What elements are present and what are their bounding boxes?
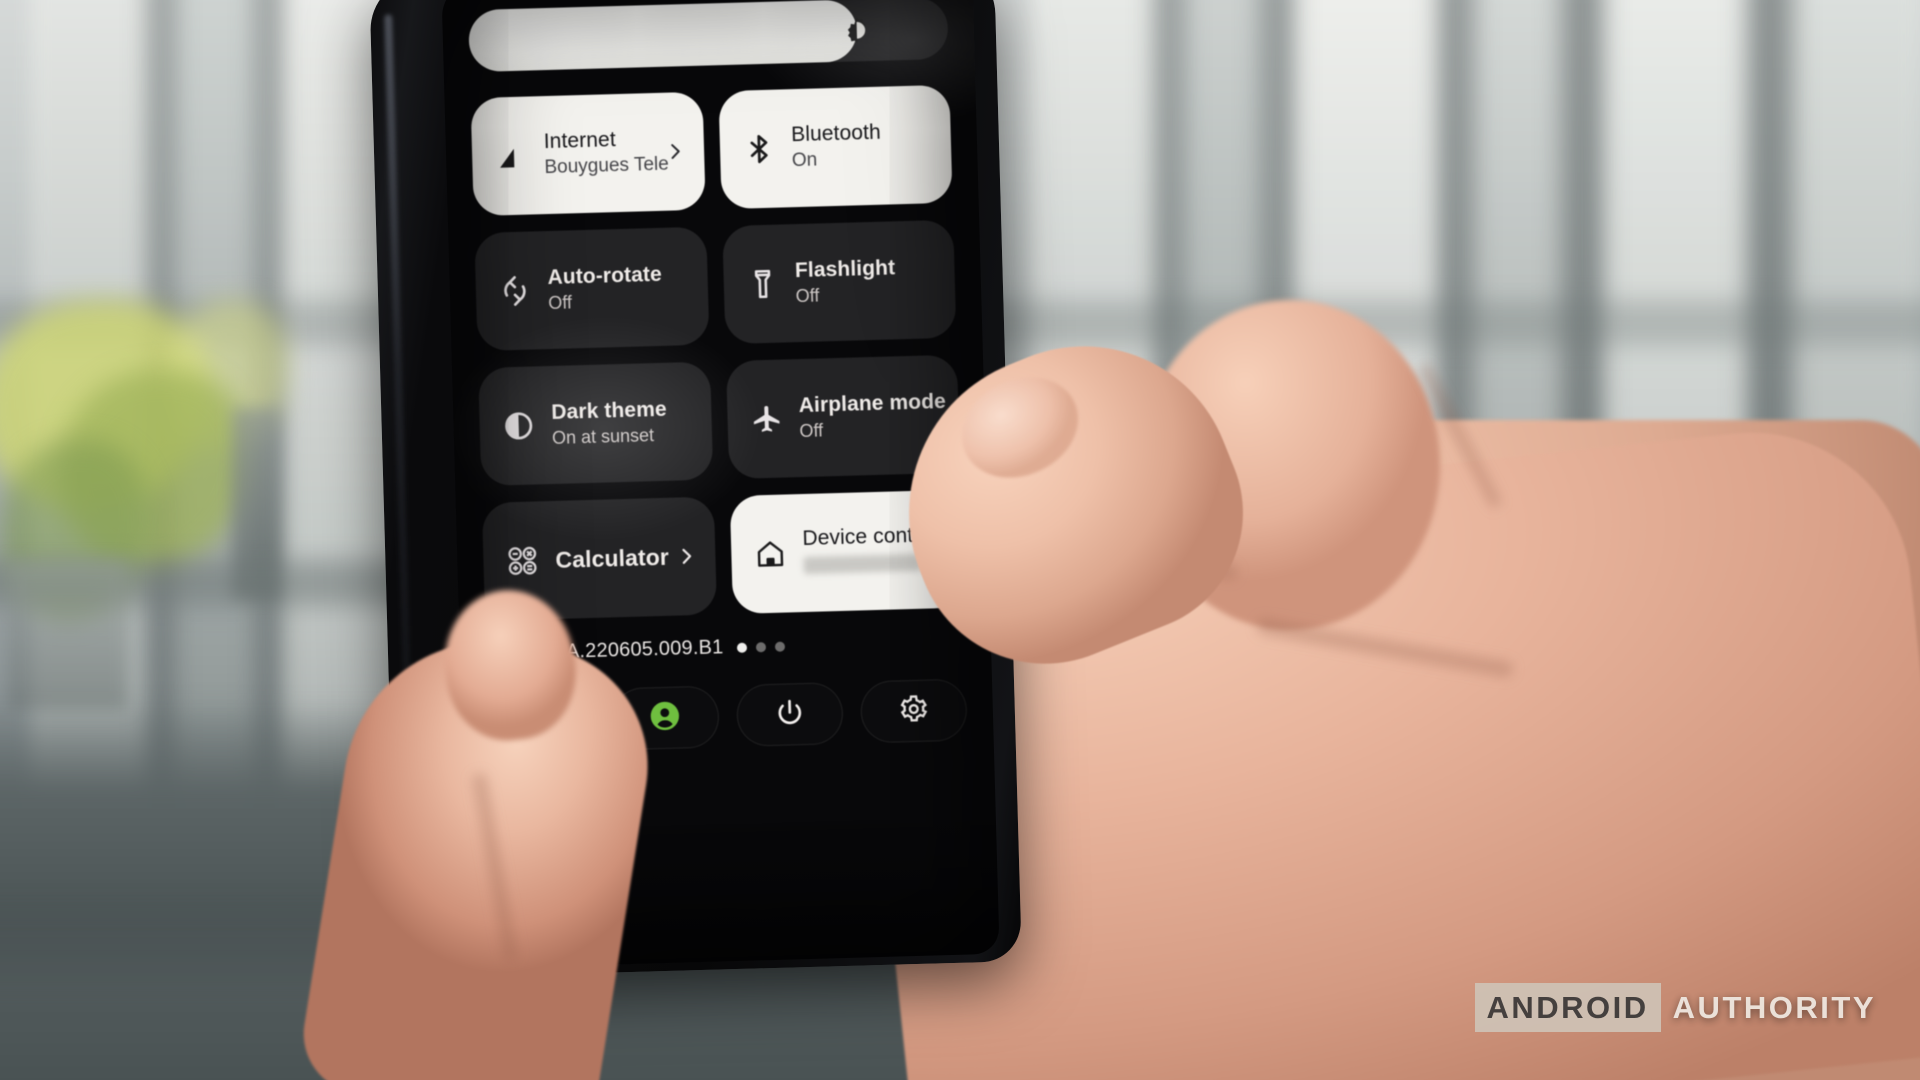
tile-flashlight[interactable]: Flashlight Off bbox=[721, 219, 957, 345]
bluetooth-icon bbox=[741, 132, 776, 167]
brightness-slider[interactable] bbox=[468, 0, 949, 73]
account-icon bbox=[648, 698, 683, 738]
page-dot[interactable] bbox=[756, 641, 767, 652]
watermark-authority: AUTHORITY bbox=[1672, 989, 1876, 1025]
calculator-icon bbox=[505, 543, 540, 578]
brightness-fill bbox=[468, 0, 858, 73]
quick-settings-grid: Internet Bouygues Tele Bluetooth On Auto… bbox=[470, 84, 964, 621]
tile-label: Dark theme bbox=[551, 397, 667, 424]
tile-label: Bluetooth bbox=[790, 120, 882, 147]
flashlight-icon bbox=[745, 267, 780, 302]
power-menu-button[interactable] bbox=[735, 681, 844, 747]
tile-state: Off bbox=[547, 292, 573, 313]
page-indicator bbox=[737, 641, 786, 653]
tile-state: On bbox=[791, 149, 818, 172]
tile-state: On at sunset bbox=[551, 424, 655, 448]
home-icon bbox=[752, 536, 787, 571]
tile-label: Auto-rotate bbox=[547, 262, 663, 289]
page-dot-active[interactable] bbox=[737, 642, 748, 653]
tile-state-redacted bbox=[802, 553, 922, 574]
tile-label: Flashlight bbox=[794, 256, 896, 282]
settings-button[interactable] bbox=[859, 678, 968, 744]
power-icon bbox=[774, 697, 805, 733]
tile-state: Off bbox=[799, 420, 824, 441]
tile-state: Off bbox=[795, 285, 820, 306]
brightness-icon bbox=[841, 15, 872, 46]
tile-bluetooth[interactable]: Bluetooth On bbox=[717, 84, 953, 210]
tile-label: Airplane mode bbox=[798, 389, 947, 417]
dark-mode-icon bbox=[501, 408, 536, 443]
background-pillar bbox=[8, 560, 128, 710]
chevron-right-icon[interactable] bbox=[663, 140, 686, 163]
watermark-android: ANDROID bbox=[1474, 983, 1661, 1032]
tile-auto-rotate[interactable]: Auto-rotate Off bbox=[474, 226, 710, 352]
watermark: ANDROID AUTHORITY bbox=[1474, 983, 1877, 1032]
tile-label: Calculator bbox=[555, 543, 670, 573]
signal-cellular-icon bbox=[494, 139, 529, 174]
tile-label: Internet bbox=[543, 128, 617, 154]
tile-state: Bouygues Tele bbox=[544, 153, 670, 179]
airplane-icon bbox=[749, 402, 784, 437]
page-dot[interactable] bbox=[775, 641, 786, 652]
chevron-right-icon[interactable] bbox=[675, 545, 698, 568]
tile-internet[interactable]: Internet Bouygues Tele bbox=[470, 91, 706, 217]
screen-rotation-icon bbox=[497, 274, 532, 309]
gear-icon bbox=[898, 693, 929, 729]
tile-dark-theme[interactable]: Dark theme On at sunset bbox=[478, 361, 713, 486]
